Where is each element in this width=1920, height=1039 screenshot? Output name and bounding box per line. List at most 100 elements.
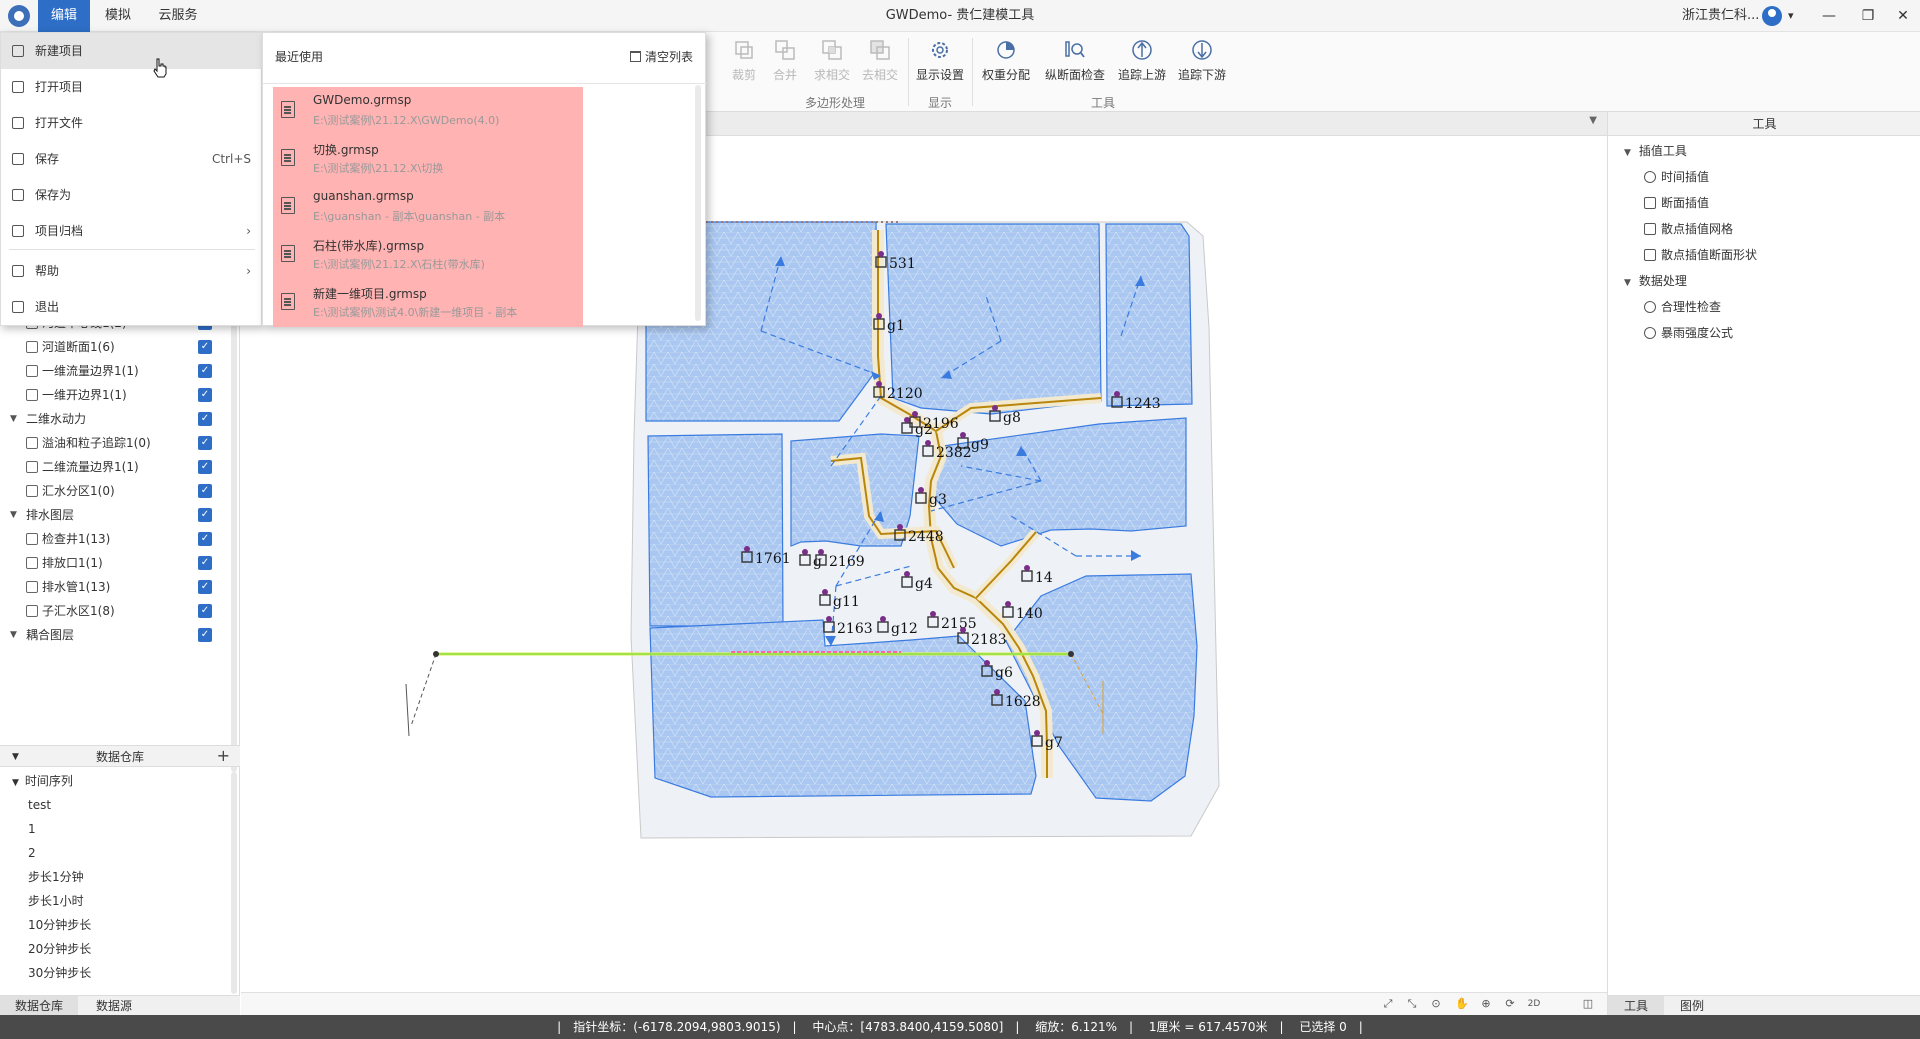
layer-row[interactable]: 一维开边界1(1) ✓: [0, 383, 240, 407]
user-menu-chevron-icon[interactable]: ▾: [1788, 0, 1794, 32]
recent-project-item[interactable]: 石柱(带水库).grmsp E:\测试案例\21.12.X\石柱(带水库): [273, 231, 583, 279]
layer-checkbox[interactable]: ✓: [198, 388, 212, 402]
clear-list-button[interactable]: 清空列表: [629, 48, 693, 65]
layer-checkbox[interactable]: ✓: [198, 556, 212, 570]
layer-checkbox[interactable]: ✓: [198, 484, 212, 498]
node-point[interactable]: [822, 589, 828, 595]
tool-scatter-grid[interactable]: 散点插值网格: [1644, 216, 1733, 242]
layer-row[interactable]: ▼ 排水图层 ✓: [0, 503, 240, 527]
split-view-icon[interactable]: ◫: [1581, 997, 1595, 1011]
layer-row[interactable]: 排放口1(1) ✓: [0, 551, 240, 575]
expand-arrow-icon[interactable]: ▼: [10, 503, 17, 527]
menu-tab-edit[interactable]: 编辑: [38, 0, 90, 32]
ds-item[interactable]: 1: [28, 817, 36, 841]
recent-project-item[interactable]: GWDemo.grmsp E:\测试案例\21.12.X\GWDemo(4.0): [273, 87, 583, 135]
layer-row[interactable]: ▼ 二维水动力 ✓: [0, 407, 240, 431]
display-settings-button[interactable]: 显示设置: [914, 38, 966, 88]
ds-item[interactable]: 步长1小时: [28, 889, 84, 913]
menu-item-open-file[interactable]: 打开文件: [1, 105, 263, 141]
ds-item[interactable]: 20分钟步长: [28, 937, 91, 961]
node-point[interactable]: [1114, 391, 1120, 397]
layer-checkbox[interactable]: ✓: [198, 364, 212, 378]
user-name[interactable]: 浙江贵仁科...: [1682, 0, 1759, 32]
layer-checkbox[interactable]: ✓: [198, 412, 212, 426]
tool-section-interp[interactable]: 断面插值: [1644, 190, 1709, 216]
layer-row[interactable]: 溢油和粒子追踪1(0) ✓: [0, 431, 240, 455]
node-point[interactable]: [880, 616, 886, 622]
node-point[interactable]: [912, 411, 918, 417]
chevron-down-icon[interactable]: ▼: [1589, 115, 1597, 126]
2d-view-icon[interactable]: 2D: [1527, 997, 1541, 1011]
pan-hand-icon[interactable]: ✋: [1455, 997, 1469, 1011]
ds-scrollbar[interactable]: [231, 772, 237, 994]
layer-row[interactable]: 一维流量边界1(1) ✓: [0, 359, 240, 383]
zoom-in-icon[interactable]: ⊕: [1479, 997, 1493, 1011]
menu-tab-cloud[interactable]: 云服务: [155, 0, 201, 32]
node-point[interactable]: [992, 405, 998, 411]
layer-checkbox[interactable]: ✓: [198, 508, 212, 522]
merge-button[interactable]: 合并: [770, 38, 800, 88]
layer-row[interactable]: 汇水分区1(0) ✓: [0, 479, 240, 503]
tab-data-store[interactable]: 数据仓库: [0, 996, 78, 1016]
layer-row[interactable]: ▼ 耦合图层 ✓: [0, 623, 240, 647]
intersect-button[interactable]: 求相交: [812, 38, 852, 88]
menu-item-archive[interactable]: 项目归档 ›: [1, 213, 263, 249]
menu-item-new-project[interactable]: 新建项目: [1, 33, 263, 69]
add-icon[interactable]: +: [217, 746, 230, 766]
menu-item-open-project[interactable]: 打开项目: [1, 69, 263, 105]
ds-item[interactable]: 步长1分钟: [28, 865, 84, 889]
node-point[interactable]: [1034, 730, 1040, 736]
menu-item-exit[interactable]: 退出: [1, 289, 263, 325]
section-data-processing[interactable]: ▼ 数据处理: [1624, 268, 1687, 294]
expand-arrow-icon[interactable]: ▼: [10, 623, 17, 647]
node-point[interactable]: [1024, 565, 1030, 571]
1d-node[interactable]: [1068, 651, 1074, 657]
ds-item[interactable]: 30分钟步长: [28, 961, 91, 985]
menu-tab-simulate[interactable]: 模拟: [98, 0, 138, 32]
node-point[interactable]: [930, 611, 936, 617]
clip-button[interactable]: 裁剪: [730, 38, 758, 88]
node-point[interactable]: [818, 549, 824, 555]
full-extent-icon[interactable]: ⤡: [1405, 997, 1419, 1011]
recent-project-item[interactable]: guanshan.grmsp E:\guanshan - 副本\guanshan …: [273, 183, 583, 231]
node-point[interactable]: [904, 571, 910, 577]
recent-project-item[interactable]: 新建一维项目.grmsp E:\测试案例\测试4.0\新建一维项目 - 副本: [273, 279, 583, 327]
layer-row[interactable]: 子汇水区1(8) ✓: [0, 599, 240, 623]
app-logo-icon[interactable]: [8, 5, 30, 27]
1d-node[interactable]: [433, 651, 439, 657]
node-point[interactable]: [897, 524, 903, 530]
node-point[interactable]: [876, 381, 882, 387]
node-point[interactable]: [960, 627, 966, 633]
node-point[interactable]: [984, 660, 990, 666]
ds-item[interactable]: test: [28, 793, 51, 817]
zoom-fit-icon[interactable]: ⊙: [1429, 997, 1443, 1011]
menu-item-save-as[interactable]: 保存为: [1, 177, 263, 213]
node-point[interactable]: [878, 251, 884, 257]
tool-scatter-section[interactable]: 散点插值断面形状: [1644, 242, 1757, 268]
recent-project-item[interactable]: 切换.grmsp E:\测试案例\21.12.X\切换: [273, 135, 583, 183]
tool-time-interp[interactable]: 时间插值: [1644, 164, 1709, 190]
layer-checkbox[interactable]: ✓: [198, 340, 212, 354]
user-avatar-icon[interactable]: [1762, 6, 1782, 26]
close-button[interactable]: ✕: [1880, 0, 1920, 32]
section-interpolation[interactable]: ▼ 插值工具: [1624, 138, 1687, 164]
menu-item-help[interactable]: 帮助 ›: [1, 253, 263, 289]
ds-group-timeseries[interactable]: ▼ 时间序列: [12, 769, 73, 793]
node-point[interactable]: [744, 546, 750, 552]
layer-checkbox[interactable]: ✓: [198, 628, 212, 642]
node-point[interactable]: [960, 432, 966, 438]
node-point[interactable]: [802, 549, 808, 555]
layer-checkbox[interactable]: ✓: [198, 580, 212, 594]
catchment-w[interactable]: [647, 433, 784, 627]
tab-data-source[interactable]: 数据源: [78, 996, 150, 1016]
layer-row[interactable]: 二维流量边界1(1) ✓: [0, 455, 240, 479]
layer-checkbox[interactable]: ✓: [198, 436, 212, 450]
tab-legend[interactable]: 图例: [1664, 996, 1720, 1016]
layer-row[interactable]: 检查井1(13) ✓: [0, 527, 240, 551]
ds-item[interactable]: 10分钟步长: [28, 913, 91, 937]
node-point[interactable]: [904, 417, 910, 423]
menu-item-save[interactable]: 保存 Ctrl+S: [1, 141, 263, 177]
fit-extent-icon[interactable]: ⤢: [1381, 997, 1395, 1011]
node-point[interactable]: [876, 313, 882, 319]
layer-checkbox[interactable]: ✓: [198, 460, 212, 474]
